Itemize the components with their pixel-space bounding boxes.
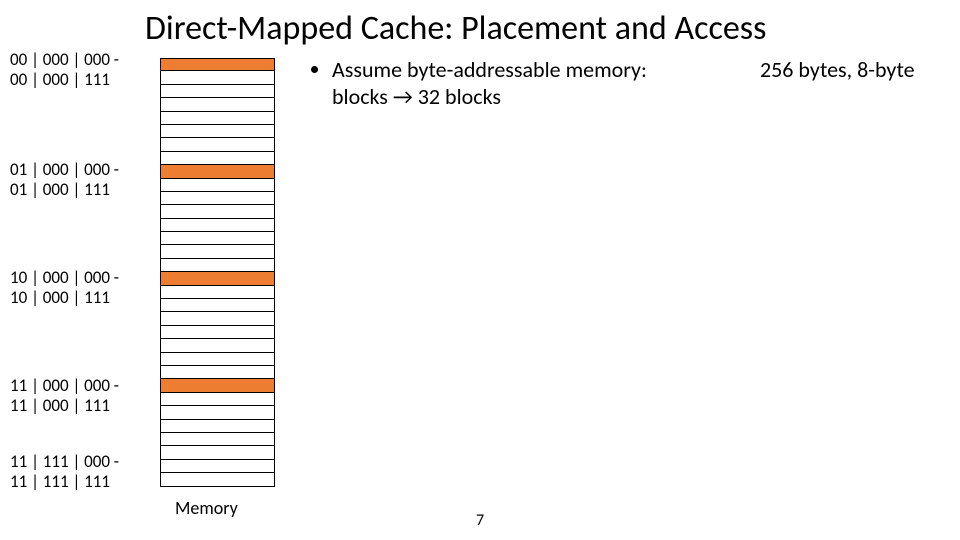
- memory-block: [160, 179, 275, 192]
- bullet-text: Assume byte-addressable memory:: [332, 56, 647, 83]
- memory-block: [160, 245, 275, 258]
- bullet-list: Assume byte-addressable memory: 256 byte…: [310, 56, 930, 116]
- address-range-4: 11 | 111 | 000 - 11 | 111 | 111: [10, 452, 150, 491]
- addr-line: 01 | 000 | 000 -: [10, 159, 119, 180]
- memory-block: [160, 326, 275, 339]
- memory-column: [160, 58, 275, 487]
- addr-line: 01 | 000 | 111: [10, 179, 110, 200]
- memory-block: [160, 420, 275, 433]
- memory-block: [160, 460, 275, 473]
- memory-block: [160, 272, 275, 285]
- memory-block: [160, 112, 275, 125]
- address-range-0: 00 | 000 | 000 - 00 | 000 | 111: [10, 50, 150, 89]
- addr-line: 00 | 000 | 000 -: [10, 49, 119, 70]
- memory-block: [160, 98, 275, 111]
- memory-block: [160, 58, 275, 71]
- address-range-3: 11 | 000 | 000 - 11 | 000 | 111: [10, 376, 150, 415]
- page-number: 7: [0, 511, 960, 530]
- memory-block: [160, 433, 275, 446]
- memory-block: [160, 366, 275, 379]
- address-range-1: 01 | 000 | 000 - 01 | 000 | 111: [10, 160, 150, 199]
- memory-block: [160, 286, 275, 299]
- memory-block: [160, 232, 275, 245]
- memory-block: [160, 85, 275, 98]
- bullet-item: Assume byte-addressable memory: 256 byte…: [332, 56, 930, 110]
- memory-block: [160, 312, 275, 325]
- memory-block: [160, 406, 275, 419]
- memory-block: [160, 446, 275, 459]
- addr-line: 10 | 000 | 111: [10, 287, 110, 308]
- memory-block: [160, 353, 275, 366]
- addr-line: 11 | 111 | 111: [10, 471, 110, 492]
- memory-block: [160, 379, 275, 392]
- bullet-text-line2-content: blocks → 32 blocks: [332, 83, 501, 110]
- memory-block: [160, 393, 275, 406]
- addr-line: 00 | 000 | 111: [10, 69, 110, 90]
- memory-block: [160, 339, 275, 352]
- address-range-2: 10 | 000 | 000 - 10 | 000 | 111: [10, 268, 150, 307]
- memory-block: [160, 192, 275, 205]
- memory-block: [160, 299, 275, 312]
- memory-block: [160, 152, 275, 165]
- memory-block: [160, 138, 275, 151]
- slide-title: Direct-Mapped Cache: Placement and Acces…: [145, 8, 940, 49]
- slide: Direct-Mapped Cache: Placement and Acces…: [0, 0, 960, 540]
- memory-block: [160, 125, 275, 138]
- memory-block: [160, 205, 275, 218]
- memory-block: [160, 473, 275, 486]
- addr-line: 11 | 111 | 000 -: [10, 451, 119, 472]
- memory-block: [160, 71, 275, 84]
- bullet-text-tail: 256 bytes, 8-byte: [760, 56, 915, 83]
- addr-line: 11 | 000 | 111: [10, 395, 110, 416]
- memory-block: [160, 165, 275, 178]
- addr-line: 10 | 000 | 000 -: [10, 267, 119, 288]
- memory-block: [160, 219, 275, 232]
- bullet-text-line2: blocks → 32 blocks: [332, 83, 501, 110]
- memory-block: [160, 259, 275, 272]
- addr-line: 11 | 000 | 000 -: [10, 375, 119, 396]
